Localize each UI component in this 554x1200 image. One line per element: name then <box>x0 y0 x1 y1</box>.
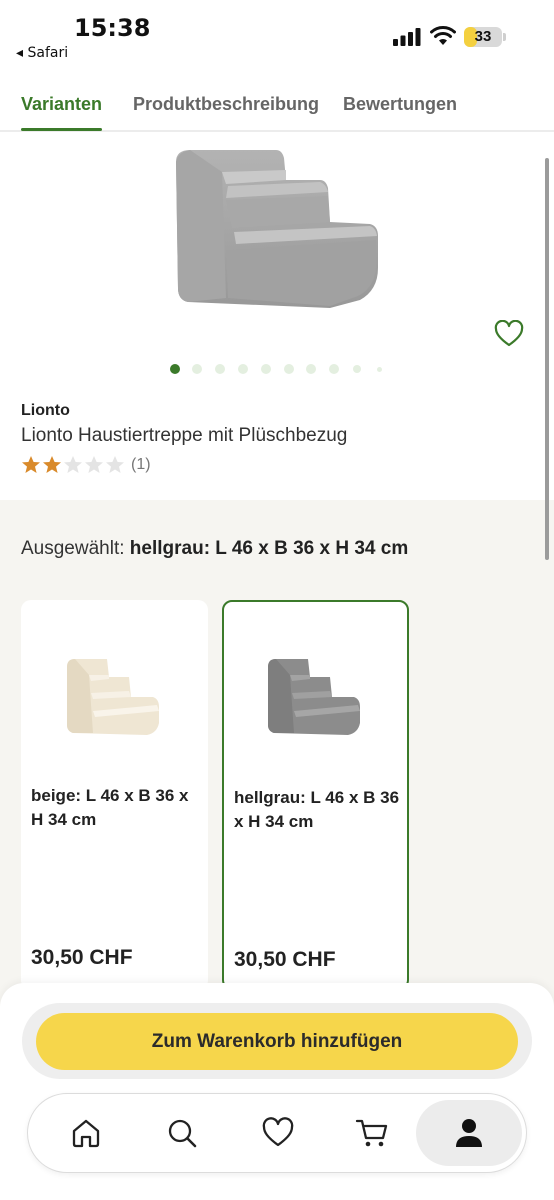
pagination-dot[interactable] <box>261 364 271 374</box>
nav-home[interactable] <box>56 1094 116 1172</box>
status-bar: 15:38 ◂ Safari 33 <box>0 0 554 70</box>
pagination-dot[interactable] <box>306 364 316 374</box>
product-name: Lionto Haustiertreppe mit Plüschbezug <box>21 425 348 446</box>
home-icon <box>72 1119 100 1148</box>
product-brand[interactable]: Lionto <box>21 402 70 420</box>
image-pagination-dots <box>0 363 554 375</box>
pagination-dot[interactable] <box>284 364 294 374</box>
tab-bewertungen[interactable]: Bewertungen <box>343 94 457 115</box>
star-empty-icon <box>64 456 82 473</box>
variant-title: beige: L 46 x B 36 x H 34 cm <box>31 786 189 829</box>
variant-price: 30,50 CHF <box>31 946 133 969</box>
selected-value: hellgrau: L 46 x B 36 x H 34 cm <box>129 538 409 559</box>
pagination-dot[interactable] <box>215 364 225 374</box>
nav-cart[interactable] <box>342 1094 402 1172</box>
pagination-dot[interactable] <box>377 367 382 372</box>
selected-variant-text: Ausgewählt: hellgrau: L 46 x B 36 x H 34… <box>21 538 408 560</box>
favorite-heart-icon[interactable] <box>494 320 524 348</box>
pagination-dot[interactable] <box>329 364 339 374</box>
star-filled-icon <box>22 456 40 473</box>
cart-icon <box>355 1119 388 1147</box>
battery-indicator: 33 <box>464 27 502 47</box>
variant-image-beige <box>67 659 159 735</box>
variant-title: hellgrau: L 46 x B 36 x H 34 cm <box>234 788 400 831</box>
variant-image-hellgrau <box>268 659 360 735</box>
pagination-dot[interactable] <box>238 364 248 374</box>
product-tabs: Varianten Produktbeschreibung Bewertunge… <box>0 86 554 132</box>
review-count[interactable]: (1) <box>131 456 151 474</box>
bottom-navigation <box>27 1093 527 1173</box>
star-empty-icon <box>106 456 124 473</box>
cellular-signal-icon <box>393 28 421 46</box>
product-image[interactable] <box>0 140 554 360</box>
battery-tip <box>503 33 506 41</box>
heart-icon <box>262 1117 294 1147</box>
search-icon <box>168 1119 197 1148</box>
scrollbar[interactable] <box>545 158 549 560</box>
star-filled-icon <box>43 456 61 473</box>
variant-price: 30,50 CHF <box>234 948 336 971</box>
pagination-dot[interactable] <box>192 364 202 374</box>
active-tab-indicator <box>21 128 102 131</box>
add-to-cart-button[interactable]: Zum Warenkorb hinzufügen <box>36 1013 518 1070</box>
wifi-icon <box>430 26 456 45</box>
back-to-safari-link[interactable]: ◂ Safari <box>16 45 68 61</box>
tab-produktbeschreibung[interactable]: Produktbeschreibung <box>133 94 319 115</box>
nav-profile[interactable] <box>439 1094 499 1172</box>
battery-level: 33 <box>474 28 492 45</box>
status-time: 15:38 <box>74 14 151 42</box>
nav-search[interactable] <box>152 1094 212 1172</box>
variant-card-hellgrau[interactable]: hellgrau: L 46 x B 36 x H 34 cm 30,50 CH… <box>222 600 409 990</box>
selected-label: Ausgewählt: <box>21 538 125 559</box>
nav-favorites[interactable] <box>248 1094 308 1172</box>
star-empty-icon <box>85 456 103 473</box>
pagination-dot[interactable] <box>353 365 361 373</box>
variant-card-beige[interactable]: beige: L 46 x B 36 x H 34 cm 30,50 CHF <box>21 600 208 990</box>
pagination-dot[interactable] <box>170 364 180 374</box>
profile-icon <box>456 1119 482 1147</box>
tab-varianten[interactable]: Varianten <box>21 94 102 115</box>
